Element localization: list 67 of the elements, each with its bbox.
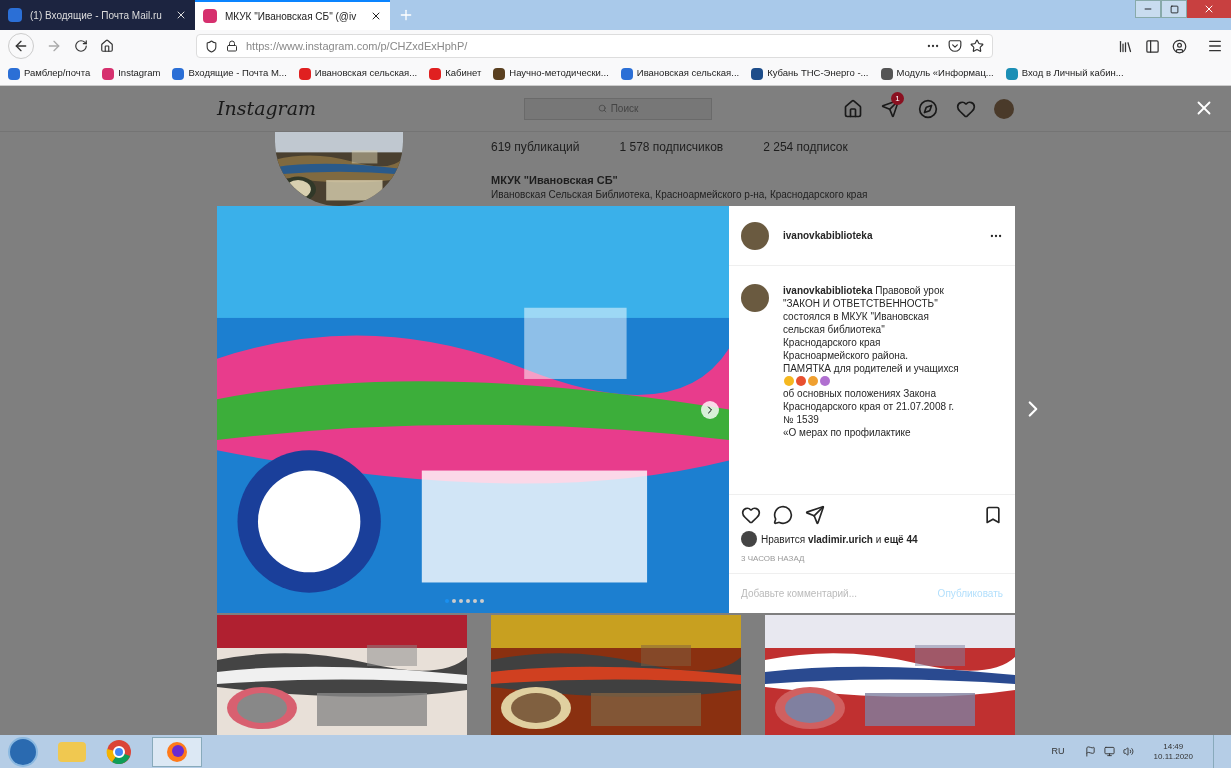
avatar[interactable] [994,98,1014,119]
emoji-icons [783,375,831,387]
bookmark[interactable]: Вход в Личный кабин... [1005,66,1124,81]
profile-name: МКУК "Ивановская СБ" [491,173,619,188]
tab-title: (1) Входящие - Почта Mail.ru [30,8,163,23]
post-time: 3 ЧАСОВ НАЗАД [741,553,806,565]
reload-icon[interactable] [74,39,88,53]
close-icon[interactable] [370,10,382,22]
lock-icon [226,40,238,52]
home-icon[interactable] [843,98,863,119]
bookmark[interactable]: Ивановская сельская... [298,66,418,81]
likes-text: Нравится vladimir.urich и ещё 44 [761,532,918,547]
start-button[interactable] [8,736,38,767]
volume-icon[interactable] [1122,746,1134,757]
instagram-logo[interactable]: Instagram [217,94,524,123]
profile-stat[interactable]: 619 публикаций [491,138,580,156]
close-icon [1203,3,1215,15]
bookmark[interactable]: Ивановская сельская... [620,66,740,81]
share-icon[interactable] [805,505,825,525]
network-icon[interactable] [1103,746,1115,757]
bookmark-icon[interactable] [983,505,1003,525]
maximize-button[interactable] [1161,0,1187,18]
pocket-icon[interactable] [948,39,962,53]
post-caption: об основных положениях Закона Краснодарского края от 21.07.2008 г. № 1539 «О мерах по профилактике [783,387,955,439]
address-bar[interactable]: https://www.instagram.com/p/CHZxdExHphP/ [196,34,993,58]
tab-title: МКУК "Ивановская СБ" (@iv [225,9,358,24]
bookmark[interactable]: Входящие - Почта М... [172,66,287,81]
bookmark[interactable]: Модуль «Информац... [880,66,994,81]
shield-icon [205,39,218,53]
comment-field[interactable]: Добавьте комментарий... [741,586,930,601]
direct-icon[interactable] [881,99,900,118]
avatar[interactable] [741,284,769,312]
username[interactable]: ivanovkabiblioteka [783,228,975,243]
browser-tab[interactable]: МКУК "Ивановская СБ" (@iv [195,0,390,30]
compass-icon[interactable] [918,98,938,119]
home-icon[interactable] [100,39,114,53]
search-icon [597,104,607,113]
browser-icon[interactable] [106,738,132,765]
account-icon[interactable] [1172,38,1187,54]
notification-badge: 1 [891,92,904,105]
star-icon[interactable] [970,39,984,53]
bookmark[interactable]: Instagram [102,66,161,81]
clock-date[interactable]: 10.11.2020 [1153,751,1193,762]
bookmark[interactable]: Научно-методически... [493,66,609,81]
avatar[interactable] [741,221,769,250]
avatar [741,531,757,547]
like-icon[interactable] [741,505,761,525]
minimize-button[interactable] [1135,0,1161,18]
language-indicator[interactable]: RU [1051,744,1065,759]
bookmark[interactable]: Кубань ТНС-Энерго -... [751,66,869,81]
menu-icon[interactable] [1207,38,1223,54]
post-caption: ivanovkabiblioteka Правовой урок "ЗАКОН И ОТВЕТСТВЕННОСТЬ" состоялся в МКУК "Ивановская сельская библиотека" Краснодарского края Красноармейского района. ПАМЯТКА для родителей и учащихся [783,284,959,375]
library-icon[interactable] [1118,38,1133,54]
profile-bio: Ивановская Сельская Библиотека, Красноармейского р-на, Краснодарского края [491,188,868,201]
close-icon[interactable] [175,9,187,21]
comment-icon[interactable] [773,505,793,525]
sidebar-icon[interactable] [1145,38,1160,54]
profile-stat[interactable]: 2 254 подписок [763,138,848,156]
flag-icon[interactable] [1084,746,1096,757]
firefox-taskbar-button[interactable] [152,736,202,767]
heart-icon[interactable] [956,98,976,119]
bookmark[interactable]: Кабинет [429,66,482,81]
maximize-icon [1169,4,1179,14]
bookmark[interactable]: Рамблер/почта [8,66,91,81]
url-text: https://www.instagram.com/p/CHZxdExHphP/ [246,38,469,54]
clock-time[interactable]: 14:49 [1163,741,1184,752]
profile-stat[interactable]: 1 578 подписчиков [619,138,724,156]
